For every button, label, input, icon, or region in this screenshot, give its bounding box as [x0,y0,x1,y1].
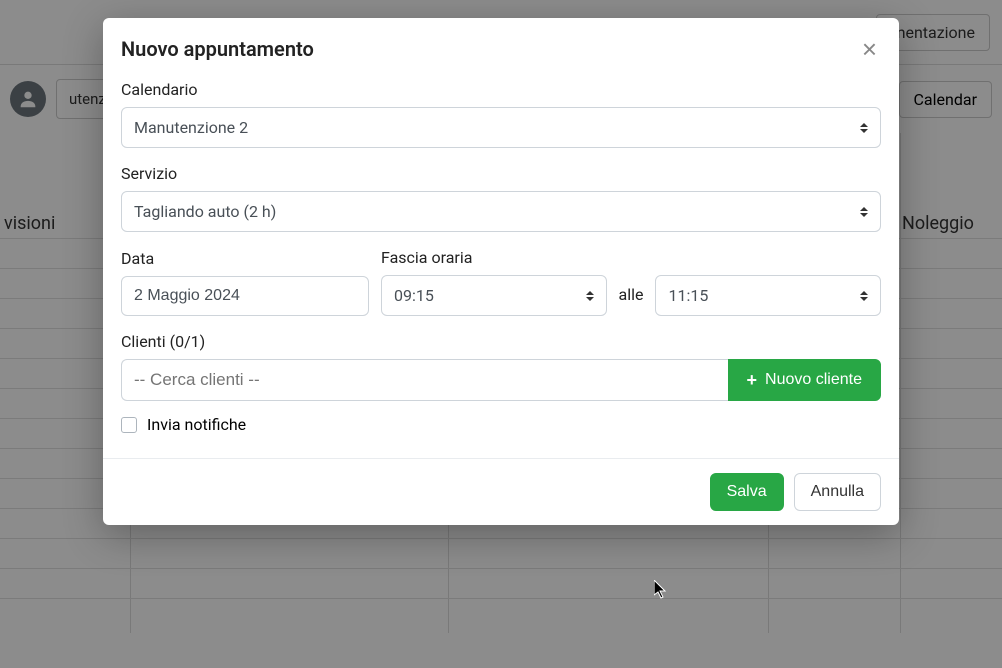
notify-label: Invia notifiche [147,415,246,434]
date-time-row: Data Fascia oraria 09:15 alle 11:15 [121,248,881,316]
time-separator: alle [619,285,644,316]
cancel-button[interactable]: Annulla [794,473,881,511]
service-label: Servizio [121,164,881,183]
timeslot-label: Fascia oraria [381,248,607,267]
notify-checkbox[interactable] [121,417,137,433]
date-input[interactable] [121,276,369,316]
notify-row[interactable]: Invia notifiche [121,415,881,434]
start-time-group: Fascia oraria 09:15 [381,248,607,316]
modal-overlay: Nuovo appuntamento × Calendario Manutenz… [0,0,1002,668]
end-time-select[interactable]: 11:15 [655,275,881,316]
new-appointment-modal: Nuovo appuntamento × Calendario Manutenz… [103,18,899,525]
calendar-label: Calendario [121,80,881,99]
service-select[interactable]: Tagliando auto (2 h) [121,191,881,232]
new-client-label: Nuovo cliente [765,371,862,389]
modal-title: Nuovo appuntamento [121,37,314,61]
plus-icon: + [747,371,758,389]
modal-body: Calendario Manutenzione 2 Servizio Tagli… [103,76,899,458]
clients-label: Clienti (0/1) [121,332,881,351]
date-group: Data [121,249,369,316]
clients-group: Clienti (0/1) + Nuovo cliente [121,332,881,401]
end-time-group: 11:15 [655,275,881,316]
calendar-select[interactable]: Manutenzione 2 [121,107,881,148]
service-group: Servizio Tagliando auto (2 h) [121,164,881,232]
client-search-input[interactable] [121,359,728,401]
start-time-select[interactable]: 09:15 [381,275,607,316]
close-button[interactable]: × [858,36,881,62]
modal-footer: Salva Annulla [103,458,899,525]
new-client-button[interactable]: + Nuovo cliente [728,359,881,401]
calendar-group: Calendario Manutenzione 2 [121,80,881,148]
modal-header: Nuovo appuntamento × [103,18,899,76]
date-label: Data [121,249,369,268]
save-button[interactable]: Salva [710,473,784,511]
